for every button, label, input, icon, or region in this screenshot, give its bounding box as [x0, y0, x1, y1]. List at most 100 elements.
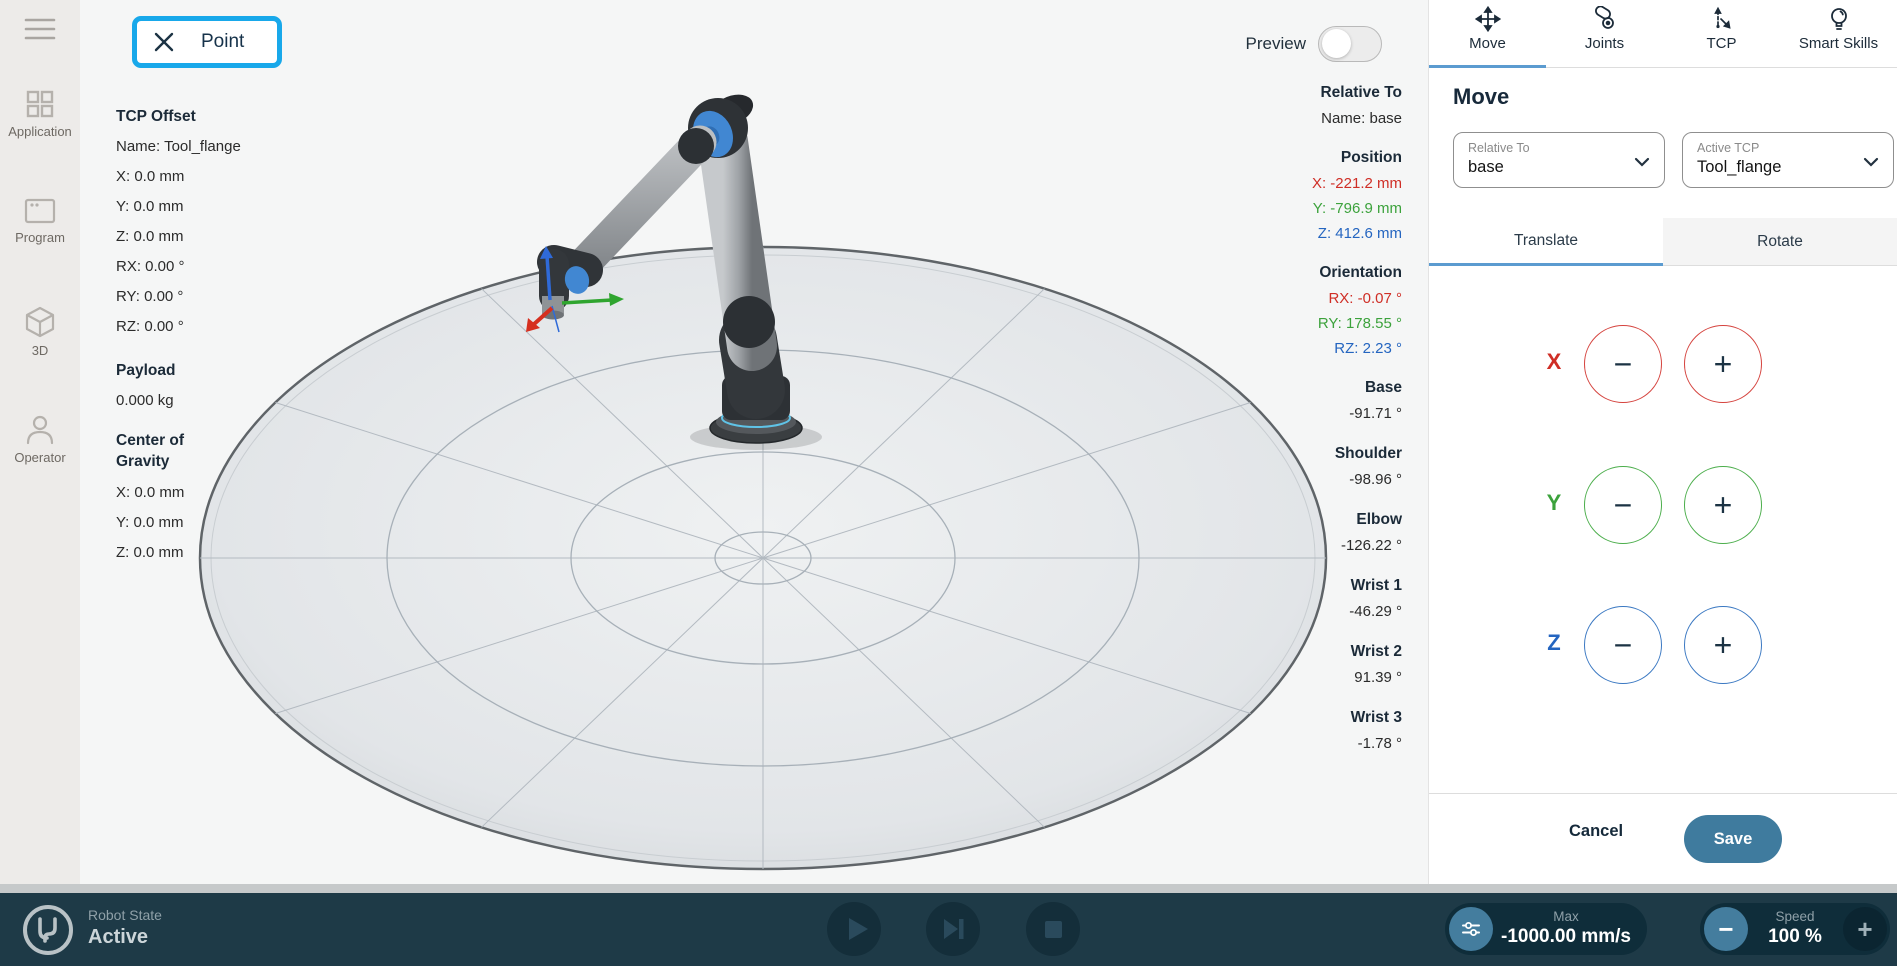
application-grid-icon — [24, 88, 56, 120]
tab-smart-skills[interactable]: Smart Skills — [1780, 0, 1897, 67]
subtab-rotate[interactable]: Rotate — [1663, 218, 1897, 266]
z-minus-button[interactable]: − — [1584, 606, 1662, 684]
position-y: Y: -796.9 mm — [1312, 196, 1402, 221]
active-tcp-dropdown[interactable]: Active TCP Tool_flange — [1682, 132, 1894, 188]
joint-base-label: Base — [1312, 375, 1402, 401]
play-button[interactable] — [827, 902, 881, 956]
cube-3d-icon — [23, 305, 57, 339]
tcp-offset-ry: RY: 0.00 ° — [116, 282, 236, 312]
max-label: Max — [1493, 909, 1639, 925]
tab-tcp[interactable]: TCP — [1663, 0, 1780, 67]
speed-decrease-button[interactable]: − — [1704, 907, 1748, 951]
sliders-icon — [1459, 917, 1483, 941]
joint-shoulder-value: -98.96 ° — [1312, 467, 1402, 492]
y-plus-button[interactable]: + — [1684, 466, 1762, 544]
skip-next-button[interactable] — [926, 902, 980, 956]
robot-3d-viewport[interactable] — [80, 0, 1428, 884]
chevron-down-icon — [1634, 157, 1650, 167]
cancel-button[interactable]: Cancel — [1569, 822, 1623, 841]
smart-skills-bulb-icon — [1826, 6, 1852, 32]
tcp-offset-rx: RX: 0.00 ° — [116, 252, 236, 282]
subtab-translate[interactable]: Translate — [1429, 218, 1663, 266]
cog-heading: Center of Gravity — [116, 430, 204, 472]
program-window-icon — [23, 196, 57, 226]
cog-z: Z: 0.0 mm — [116, 538, 236, 568]
play-icon — [827, 902, 881, 956]
move-panel: Move Joints — [1428, 0, 1897, 884]
orientation-ry: RY: 178.55 ° — [1312, 311, 1402, 336]
move-icon — [1475, 6, 1501, 32]
joint-wrist1-value: -46.29 ° — [1312, 599, 1402, 624]
sidebar-item-3d[interactable]: 3D — [0, 305, 80, 358]
save-button[interactable]: Save — [1684, 815, 1782, 863]
tcp-offset-heading: TCP Offset — [116, 102, 236, 132]
panel-footer: Cancel Save — [1429, 793, 1897, 884]
joints-icon — [1592, 6, 1618, 32]
jog-row-y: Y − + — [1429, 466, 1897, 544]
dropdown-label: Relative To — [1468, 140, 1650, 156]
orientation-rx: RX: -0.07 ° — [1312, 286, 1402, 311]
tcp-offset-y: Y: 0.0 mm — [116, 192, 236, 222]
chevron-down-icon — [1863, 157, 1879, 167]
preview-label: Preview — [1246, 34, 1306, 54]
tcp-offset-x: X: 0.0 mm — [116, 162, 236, 192]
bottom-divider-strip — [0, 884, 1897, 893]
preview-toggle[interactable] — [1318, 26, 1382, 62]
preview-row: Preview — [1246, 26, 1382, 62]
joint-wrist3-label: Wrist 3 — [1312, 705, 1402, 731]
stop-button[interactable] — [1026, 902, 1080, 956]
sidebar-item-label: Program — [0, 230, 80, 245]
point-card: Point — [132, 16, 282, 68]
tcp-info-block: TCP Offset Name: Tool_flange X: 0.0 mm Y… — [116, 102, 236, 568]
z-plus-button[interactable]: + — [1684, 606, 1762, 684]
robot-state-label: Robot State — [88, 906, 162, 924]
joint-wrist2-label: Wrist 2 — [1312, 639, 1402, 665]
speed-settings-button[interactable] — [1449, 907, 1493, 951]
sidebar-item-label: 3D — [0, 343, 80, 358]
tab-move[interactable]: Move — [1429, 0, 1546, 67]
orientation-rz: RZ: 2.23 ° — [1312, 336, 1402, 361]
payload-heading: Payload — [116, 356, 236, 386]
speed-increase-button[interactable]: + — [1843, 907, 1887, 951]
joint-base-value: -91.71 ° — [1312, 401, 1402, 426]
sidebar: Application Program 3D — [0, 0, 80, 893]
dropdown-value: base — [1468, 156, 1650, 178]
tcp-offset-z: Z: 0.0 mm — [116, 222, 236, 252]
max-value: -1000.00 mm/s — [1493, 925, 1639, 949]
speed-label: Speed — [1748, 909, 1842, 925]
speed-text: Speed 100 % — [1748, 909, 1842, 949]
relative-to-value: Name: base — [1312, 106, 1402, 131]
sidebar-item-operator[interactable]: Operator — [0, 412, 80, 465]
tcp-offset-rz: RZ: 0.00 ° — [116, 312, 236, 342]
stop-icon — [1026, 902, 1080, 956]
max-speed-pill: Max -1000.00 mm/s — [1445, 903, 1647, 955]
x-plus-button[interactable]: + — [1684, 325, 1762, 403]
cog-x: X: 0.0 mm — [116, 478, 236, 508]
point-title: Point — [201, 31, 244, 53]
sidebar-item-label: Operator — [0, 450, 80, 465]
panel-heading: Move — [1453, 84, 1509, 110]
sidebar-item-program[interactable]: Program — [0, 196, 80, 245]
sidebar-item-application[interactable]: Application — [0, 88, 80, 139]
robot-state-block: Robot State Active — [88, 906, 162, 950]
position-x: X: -221.2 mm — [1312, 171, 1402, 196]
skip-next-icon — [926, 902, 980, 956]
dropdown-value: Tool_flange — [1697, 156, 1879, 178]
position-z: Z: 412.6 mm — [1312, 221, 1402, 246]
close-icon[interactable] — [153, 31, 175, 53]
tcp-icon — [1709, 6, 1735, 32]
relative-to-dropdown[interactable]: Relative To base — [1453, 132, 1665, 188]
menu-button[interactable] — [24, 16, 56, 42]
panel-tabbar: Move Joints — [1429, 0, 1897, 68]
ur-logo — [22, 904, 74, 956]
speed-value: 100 % — [1748, 925, 1842, 949]
pose-readout: Relative To Name: base Position X: -221.… — [1312, 80, 1402, 756]
position-heading: Position — [1312, 145, 1402, 171]
dropdown-label: Active TCP — [1697, 140, 1879, 156]
app-root: Application Program 3D — [0, 0, 1897, 966]
cog-y: Y: 0.0 mm — [116, 508, 236, 538]
x-minus-button[interactable]: − — [1584, 325, 1662, 403]
joint-wrist3-value: -1.78 ° — [1312, 731, 1402, 756]
tab-joints[interactable]: Joints — [1546, 0, 1663, 67]
y-minus-button[interactable]: − — [1584, 466, 1662, 544]
